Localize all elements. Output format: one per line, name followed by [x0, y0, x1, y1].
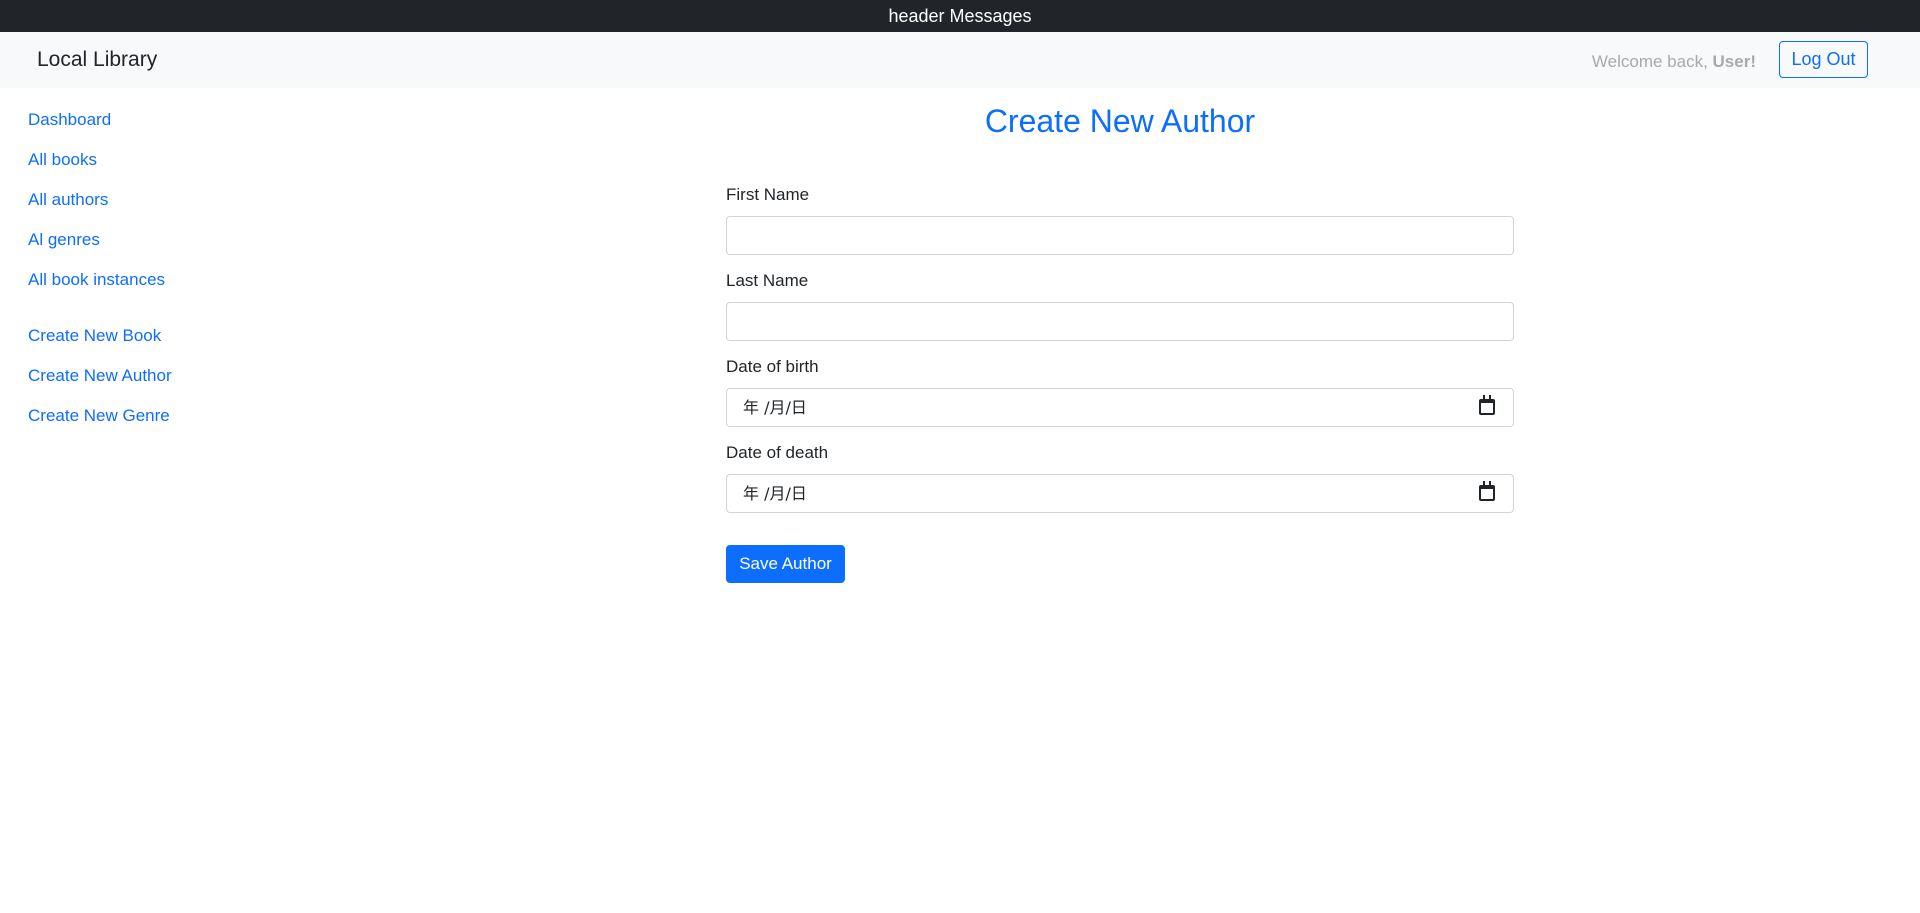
date-of-death-group: Date of death 年 /月/日 [726, 441, 1514, 527]
sidebar-item-all-genres[interactable]: Al genres [28, 228, 288, 252]
last-name-label: Last Name [726, 271, 809, 290]
date-of-birth-placeholder: 年 /月/日 [743, 398, 807, 417]
sidebar-item-all-books[interactable]: All books [28, 148, 288, 172]
header-messages-text: header Messages [888, 6, 1032, 26]
sidebar-item-create-book[interactable]: Create New Book [28, 324, 288, 348]
calendar-icon[interactable] [1479, 481, 1495, 501]
date-of-birth-label: Date of birth [726, 357, 819, 376]
first-name-input[interactable] [726, 216, 1514, 255]
date-of-birth-group: Date of birth 年 /月/日 [726, 355, 1514, 441]
date-of-death-placeholder: 年 /月/日 [743, 484, 807, 503]
sidebar-item-all-book-instances[interactable]: All book instances [28, 268, 288, 292]
last-name-group: Last Name [726, 269, 1514, 355]
first-name-group: First Name [726, 183, 1514, 269]
first-name-label: First Name [726, 185, 810, 204]
welcome-message: Welcome back, User! [1592, 50, 1756, 74]
sidebar-item-dashboard[interactable]: Dashboard [28, 108, 288, 132]
calendar-icon[interactable] [1479, 395, 1495, 415]
sidebar-divider [28, 308, 288, 324]
author-form: First Name Last Name Date of birth 年 /月/… [726, 183, 1514, 527]
sidebar-item-create-author[interactable]: Create New Author [28, 364, 288, 388]
sidebar-item-create-genre[interactable]: Create New Genre [28, 404, 288, 428]
page-title: Create New Author [984, 103, 1256, 139]
save-author-button[interactable]: Save Author [726, 545, 845, 583]
date-of-death-input[interactable]: 年 /月/日 [726, 474, 1514, 513]
date-of-birth-input[interactable]: 年 /月/日 [726, 388, 1514, 427]
last-name-input[interactable] [726, 302, 1514, 341]
header-messages-bar: header Messages [0, 0, 1920, 32]
welcome-prefix: Welcome back, [1591, 52, 1713, 71]
sidebar: Dashboard All books All authors Al genre… [28, 108, 288, 444]
date-of-death-label: Date of death [726, 443, 829, 462]
brand-link[interactable]: Local Library [37, 46, 157, 74]
navbar: Local Library Welcome back, User! Log Ou… [0, 32, 1920, 88]
sidebar-item-all-authors[interactable]: All authors [28, 188, 288, 212]
logout-button[interactable]: Log Out [1779, 41, 1868, 78]
user-name: User! [1712, 52, 1756, 71]
